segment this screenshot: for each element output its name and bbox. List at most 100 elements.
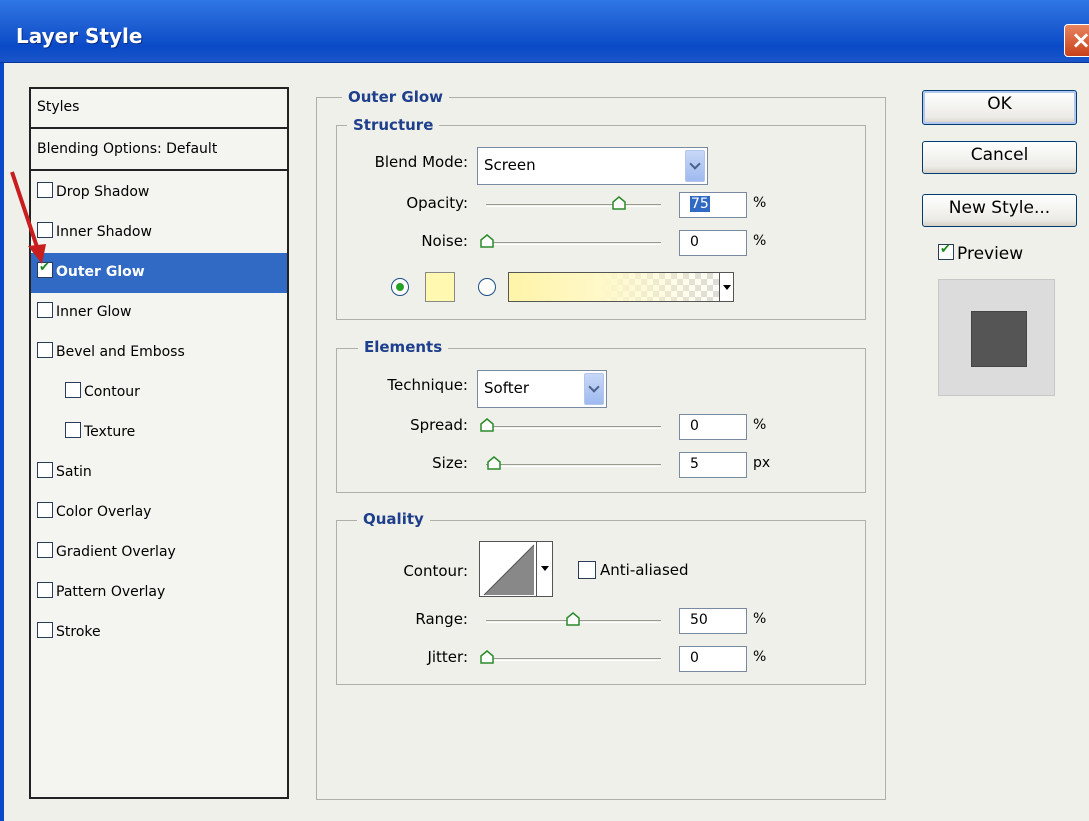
color-overlay-checkbox[interactable] xyxy=(37,502,53,518)
cancel-button[interactable]: Cancel xyxy=(922,141,1077,174)
size-unit: px xyxy=(753,455,771,471)
noise-slider-thumb[interactable] xyxy=(480,234,494,248)
blending-options-label: Blending Options: Default xyxy=(37,141,218,157)
solid-color-radio[interactable] xyxy=(391,278,409,296)
styles-list-panel: Styles Blending Options: Default Drop Sh… xyxy=(29,87,289,799)
style-item-label: Inner Shadow xyxy=(56,224,152,240)
glow-color-swatch[interactable] xyxy=(425,272,455,302)
noise-unit: % xyxy=(753,233,767,249)
style-item-label: Color Overlay xyxy=(56,504,152,520)
opacity-slider-thumb[interactable] xyxy=(612,196,626,210)
close-button[interactable]: × xyxy=(1064,24,1089,57)
structure-title: Structure xyxy=(347,116,440,134)
spread-value: 0 xyxy=(690,418,699,434)
range-unit: % xyxy=(753,611,767,627)
spread-input[interactable]: 0 xyxy=(679,414,747,440)
gradient-dropdown-icon[interactable] xyxy=(719,273,733,301)
jitter-input[interactable]: 0 xyxy=(679,646,747,672)
jitter-label: Jitter: xyxy=(427,648,468,666)
gradient-radio[interactable] xyxy=(478,278,496,296)
style-item-drop-shadow[interactable]: Drop Shadow xyxy=(31,173,287,213)
style-item-label: Stroke xyxy=(56,624,101,640)
annotation-arrow-icon xyxy=(10,171,46,264)
jitter-slider[interactable] xyxy=(486,658,661,661)
spread-label: Spread: xyxy=(410,416,468,434)
range-label: Range: xyxy=(415,610,468,628)
gradient-overlay-checkbox[interactable] xyxy=(37,542,53,558)
style-item-label: Texture xyxy=(84,424,136,440)
styles-header-label: Styles xyxy=(37,99,80,115)
satin-checkbox[interactable] xyxy=(37,462,53,478)
style-preview xyxy=(938,279,1055,396)
gradient-picker[interactable] xyxy=(508,272,734,302)
pattern-overlay-checkbox[interactable] xyxy=(37,582,53,598)
blend-mode-value: Screen xyxy=(484,156,536,174)
size-slider-thumb[interactable] xyxy=(487,456,501,470)
size-label: Size: xyxy=(432,454,468,472)
blend-mode-select[interactable]: Screen xyxy=(477,147,708,185)
style-item-inner-shadow[interactable]: Inner Shadow xyxy=(31,213,287,253)
style-item-color-overlay[interactable]: Color Overlay xyxy=(31,493,287,533)
anti-aliased-label: Anti-aliased xyxy=(600,561,689,579)
style-item-outer-glow[interactable]: Outer Glow xyxy=(31,253,287,293)
technique-select[interactable]: Softer xyxy=(477,370,607,408)
style-item-texture[interactable]: Texture xyxy=(31,413,287,453)
preview-toggle[interactable]: Preview xyxy=(938,242,1024,264)
style-item-gradient-overlay[interactable]: Gradient Overlay xyxy=(31,533,287,573)
anti-aliased-checkbox[interactable] xyxy=(578,561,596,579)
ok-button[interactable]: OK xyxy=(922,90,1077,125)
contour-dropdown-icon[interactable] xyxy=(536,542,552,596)
style-item-contour[interactable]: Contour xyxy=(31,373,287,413)
technique-label: Technique: xyxy=(387,376,468,394)
preview-label: Preview xyxy=(957,244,1024,264)
jitter-value: 0 xyxy=(690,650,699,666)
size-slider[interactable] xyxy=(486,464,661,467)
style-item-pattern-overlay[interactable]: Pattern Overlay xyxy=(31,573,287,613)
style-item-label: Gradient Overlay xyxy=(56,544,176,560)
bevel-and-emboss-checkbox[interactable] xyxy=(37,342,53,358)
contour-picker[interactable] xyxy=(479,541,553,597)
elements-title: Elements xyxy=(358,338,449,356)
size-input[interactable]: 5 xyxy=(679,452,747,478)
quality-title: Quality xyxy=(357,510,430,528)
style-item-label: Outer Glow xyxy=(56,264,145,280)
opacity-slider[interactable] xyxy=(486,204,661,207)
style-item-bevel-and-emboss[interactable]: Bevel and Emboss xyxy=(31,333,287,373)
size-value: 5 xyxy=(690,456,699,472)
contour-checkbox[interactable] xyxy=(65,382,81,398)
opacity-value: 75 xyxy=(690,196,710,212)
noise-slider[interactable] xyxy=(486,242,661,245)
noise-input[interactable]: 0 xyxy=(679,230,747,256)
blend-mode-label: Blend Mode: xyxy=(374,153,468,171)
range-value: 50 xyxy=(690,612,708,628)
blending-options-item[interactable]: Blending Options: Default xyxy=(31,131,287,171)
spread-slider-thumb[interactable] xyxy=(480,418,494,432)
style-item-satin[interactable]: Satin xyxy=(31,453,287,493)
style-item-label: Inner Glow xyxy=(56,304,132,320)
new-style-button[interactable]: New Style... xyxy=(922,194,1077,227)
contour-preview-icon xyxy=(483,544,535,596)
window-title: Layer Style xyxy=(16,24,143,48)
style-item-label: Drop Shadow xyxy=(56,184,150,200)
preview-checkbox[interactable] xyxy=(938,242,954,260)
styles-header[interactable]: Styles xyxy=(31,89,287,129)
outer-glow-title: Outer Glow xyxy=(342,88,450,106)
style-item-stroke[interactable]: Stroke xyxy=(31,613,287,653)
chevron-down-icon xyxy=(685,150,705,182)
spread-slider[interactable] xyxy=(486,426,661,429)
title-bar: Layer Style × xyxy=(0,0,1089,63)
style-item-label: Bevel and Emboss xyxy=(56,344,185,360)
texture-checkbox[interactable] xyxy=(65,422,81,438)
contour-label: Contour: xyxy=(403,562,468,580)
opacity-input[interactable]: 75 xyxy=(679,192,747,218)
opacity-label: Opacity: xyxy=(406,194,468,212)
stroke-checkbox[interactable] xyxy=(37,622,53,638)
spread-unit: % xyxy=(753,417,767,433)
close-icon: × xyxy=(1071,26,1089,54)
style-item-label: Satin xyxy=(56,464,92,480)
range-slider-thumb[interactable] xyxy=(566,612,580,626)
style-item-inner-glow[interactable]: Inner Glow xyxy=(31,293,287,333)
inner-glow-checkbox[interactable] xyxy=(37,302,53,318)
range-input[interactable]: 50 xyxy=(679,608,747,634)
jitter-slider-thumb[interactable] xyxy=(480,650,494,664)
